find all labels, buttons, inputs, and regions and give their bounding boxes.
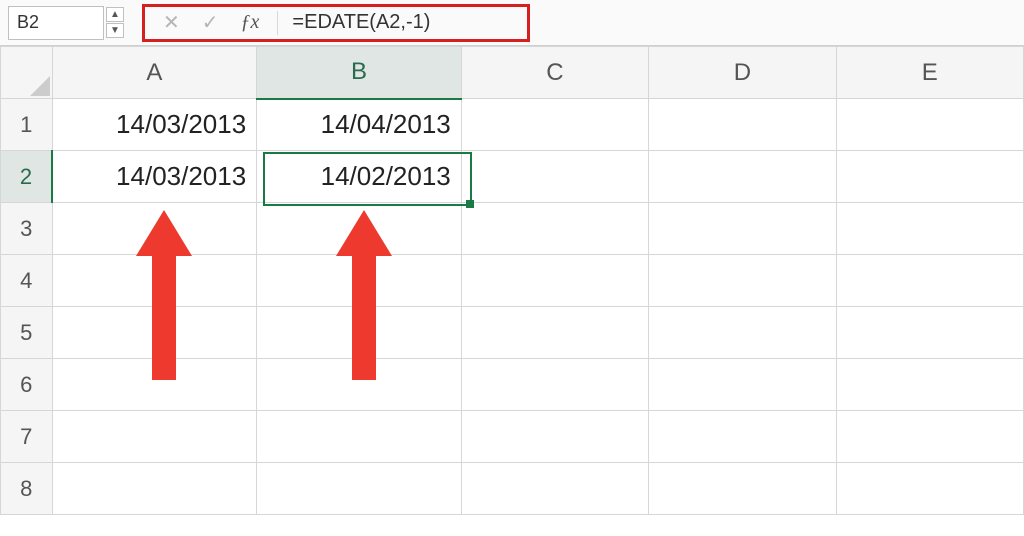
cell-A7[interactable]: [52, 411, 257, 463]
cell-D3[interactable]: [649, 203, 836, 255]
cell-D6[interactable]: [649, 359, 836, 411]
fx-icon[interactable]: ƒx: [241, 11, 260, 34]
cell-A6[interactable]: [52, 359, 257, 411]
cell-C1[interactable]: [461, 99, 648, 151]
cell-D7[interactable]: [649, 411, 836, 463]
column-header-A[interactable]: A: [52, 47, 257, 99]
cell-E4[interactable]: [836, 255, 1023, 307]
column-header-B[interactable]: B: [257, 47, 462, 99]
column-header-D[interactable]: D: [649, 47, 836, 99]
formula-bar: B2 ▲ ▼ ✕ ✓ ƒx =EDATE(A2,-1): [0, 0, 1024, 46]
cell-B2[interactable]: 14/02/2013: [257, 151, 462, 203]
cell-E1[interactable]: [836, 99, 1023, 151]
cell-C7[interactable]: [461, 411, 648, 463]
cell-D1[interactable]: [649, 99, 836, 151]
cell-A2[interactable]: 14/03/2013: [52, 151, 257, 203]
cell-D8[interactable]: [649, 463, 836, 515]
cell-A8[interactable]: [52, 463, 257, 515]
cell-C5[interactable]: [461, 307, 648, 359]
column-header-E[interactable]: E: [836, 47, 1023, 99]
select-all-corner[interactable]: [1, 47, 53, 99]
cell-B6[interactable]: [257, 359, 462, 411]
cell-E6[interactable]: [836, 359, 1023, 411]
spreadsheet-grid[interactable]: A B C D E 1 14/03/2013 14/04/2013 2 14/0…: [0, 46, 1024, 515]
cell-D4[interactable]: [649, 255, 836, 307]
row-header-8[interactable]: 8: [1, 463, 53, 515]
cell-B3[interactable]: [257, 203, 462, 255]
stepper-up-icon[interactable]: ▲: [106, 7, 124, 22]
formula-input[interactable]: =EDATE(A2,-1): [292, 11, 430, 34]
formula-highlight-box: ✕ ✓ ƒx =EDATE(A2,-1): [142, 4, 530, 42]
cell-C4[interactable]: [461, 255, 648, 307]
row-header-7[interactable]: 7: [1, 411, 53, 463]
cell-E3[interactable]: [836, 203, 1023, 255]
row-header-2[interactable]: 2: [1, 151, 53, 203]
stepper-down-icon[interactable]: ▼: [106, 23, 124, 38]
cell-C8[interactable]: [461, 463, 648, 515]
cell-A5[interactable]: [52, 307, 257, 359]
cell-B1[interactable]: 14/04/2013: [257, 99, 462, 151]
row-header-5[interactable]: 5: [1, 307, 53, 359]
row-header-6[interactable]: 6: [1, 359, 53, 411]
row-header-3[interactable]: 3: [1, 203, 53, 255]
cell-D2[interactable]: [649, 151, 836, 203]
confirm-icon[interactable]: ✓: [202, 10, 219, 35]
cell-A4[interactable]: [52, 255, 257, 307]
cell-A3[interactable]: [52, 203, 257, 255]
cell-E8[interactable]: [836, 463, 1023, 515]
column-header-C[interactable]: C: [461, 47, 648, 99]
name-box-value: B2: [17, 12, 39, 33]
cell-A1[interactable]: 14/03/2013: [52, 99, 257, 151]
cell-B7[interactable]: [257, 411, 462, 463]
row-header-1[interactable]: 1: [1, 99, 53, 151]
cell-D5[interactable]: [649, 307, 836, 359]
cell-C2[interactable]: [461, 151, 648, 203]
cell-C6[interactable]: [461, 359, 648, 411]
cell-B5[interactable]: [257, 307, 462, 359]
name-box[interactable]: B2: [8, 6, 104, 40]
cell-B4[interactable]: [257, 255, 462, 307]
cell-E2[interactable]: [836, 151, 1023, 203]
cell-C3[interactable]: [461, 203, 648, 255]
cancel-icon[interactable]: ✕: [163, 10, 180, 35]
cell-E7[interactable]: [836, 411, 1023, 463]
name-box-stepper[interactable]: ▲ ▼: [106, 7, 124, 38]
fx-divider: [277, 11, 278, 35]
cell-E5[interactable]: [836, 307, 1023, 359]
row-header-4[interactable]: 4: [1, 255, 53, 307]
cell-B8[interactable]: [257, 463, 462, 515]
